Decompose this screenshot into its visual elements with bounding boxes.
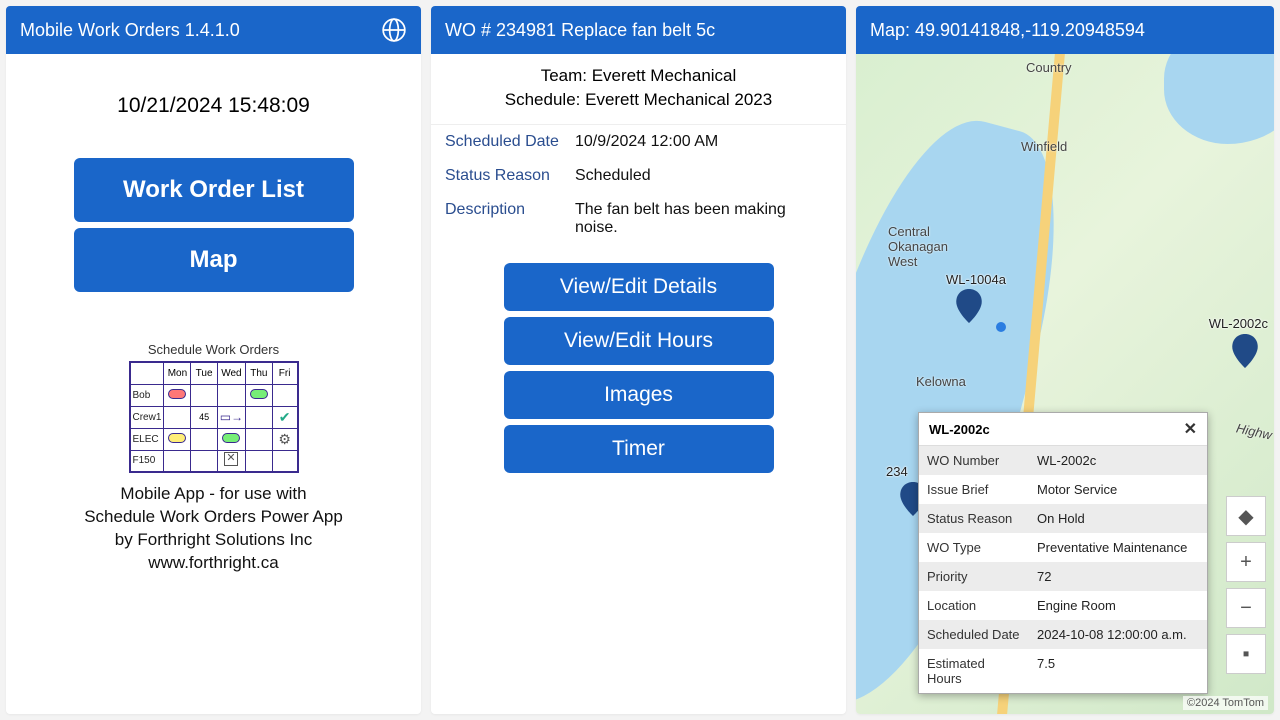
- map-controls: ◆ + − ▪: [1226, 496, 1266, 674]
- schedule-line: Schedule: Everett Mechanical 2023: [431, 90, 846, 110]
- row-label: F150: [130, 450, 164, 472]
- row-label: Bob: [130, 384, 164, 406]
- field-description: Description The fan belt has been making…: [431, 193, 846, 245]
- day-header: Thu: [246, 362, 273, 384]
- timer-button[interactable]: Timer: [504, 425, 774, 473]
- pin-label-wl1004a: WL-1004a: [946, 272, 1006, 287]
- map-canvas[interactable]: Country Winfield Central Okanagan West K…: [856, 54, 1274, 714]
- view-edit-hours-button[interactable]: View/Edit Hours: [504, 317, 774, 365]
- day-header: Fri: [272, 362, 297, 384]
- current-timestamp: 10/21/2024 15:48:09: [14, 94, 413, 118]
- map-label-highway: Highw: [1235, 420, 1273, 442]
- map-popup: WL-2002c ✕ WO NumberWL-2002c Issue Brief…: [918, 412, 1208, 694]
- day-header: Tue: [191, 362, 217, 384]
- work-order-header: WO # 234981 Replace fan belt 5c: [431, 6, 846, 54]
- map-button[interactable]: Map: [74, 228, 354, 292]
- map-zoom-in-button[interactable]: +: [1226, 542, 1266, 582]
- images-button[interactable]: Images: [504, 371, 774, 419]
- map-pitch-button[interactable]: ▪: [1226, 634, 1266, 674]
- day-header: Mon: [164, 362, 191, 384]
- view-edit-details-button[interactable]: View/Edit Details: [504, 263, 774, 311]
- work-order-list-button[interactable]: Work Order List: [74, 158, 354, 222]
- work-order-summary: Team: Everett Mechanical Schedule: Evere…: [431, 54, 846, 125]
- app-title: Mobile Work Orders 1.4.1.0: [20, 20, 381, 41]
- map-attribution: ©2024 TomTom: [1183, 696, 1268, 710]
- home-header: Mobile Work Orders 1.4.1.0: [6, 6, 421, 54]
- map-zoom-out-button[interactable]: −: [1226, 588, 1266, 628]
- work-order-panel: WO # 234981 Replace fan belt 5c Team: Ev…: [431, 6, 846, 714]
- field-status-reason: Status Reason Scheduled: [431, 159, 846, 193]
- map-label-central-okanagan: Central Okanagan West: [888, 224, 948, 269]
- home-body: 10/21/2024 15:48:09 Work Order List Map …: [6, 54, 421, 714]
- map-label-winfield: Winfield: [1021, 139, 1067, 154]
- popup-title: WL-2002c: [929, 422, 990, 437]
- map-pin-wl1004a[interactable]: [956, 289, 982, 323]
- map-label-kelowna: Kelowna: [916, 374, 966, 389]
- field-scheduled-date: Scheduled Date 10/9/2024 12:00 AM: [431, 125, 846, 159]
- app-footer: Mobile App - for use with Schedule Work …: [14, 483, 413, 575]
- map-header: Map: 49.90141848,-119.20948594: [856, 6, 1274, 54]
- row-label: Crew1: [130, 406, 164, 428]
- popup-close-icon[interactable]: ✕: [1184, 419, 1197, 439]
- map-title: Map: 49.90141848,-119.20948594: [870, 20, 1260, 41]
- pin-label-wl2002c: WL-2002c: [1209, 316, 1268, 331]
- popup-body[interactable]: WO NumberWL-2002c Issue BriefMotor Servi…: [919, 445, 1207, 693]
- map-compass-button[interactable]: ◆: [1226, 496, 1266, 536]
- work-order-body: Team: Everett Mechanical Schedule: Evere…: [431, 54, 846, 714]
- schedule-caption: Schedule Work Orders: [129, 342, 299, 357]
- schedule-grid: Mon Tue Wed Thu Fri Bob Crew1 45 ▭→✔ ELE…: [129, 361, 299, 473]
- map-label-country: Country: [1026, 60, 1072, 75]
- home-panel: Mobile Work Orders 1.4.1.0 10/21/2024 15…: [6, 6, 421, 714]
- work-order-actions: View/Edit Details View/Edit Hours Images…: [431, 263, 846, 473]
- work-order-title: WO # 234981 Replace fan belt 5c: [445, 20, 832, 41]
- day-header: Wed: [217, 362, 245, 384]
- team-line: Team: Everett Mechanical: [431, 66, 846, 86]
- current-location-dot: [996, 322, 1006, 332]
- schedule-illustration: Schedule Work Orders Mon Tue Wed Thu Fri…: [129, 342, 299, 473]
- map-pin-wl2002c[interactable]: [1232, 334, 1258, 368]
- map-panel: Map: 49.90141848,-119.20948594 Country W…: [856, 6, 1274, 714]
- globe-icon[interactable]: [381, 17, 407, 43]
- row-label: ELEC: [130, 428, 164, 450]
- map-water: [1164, 54, 1274, 144]
- pin-label-234: 234: [886, 464, 908, 479]
